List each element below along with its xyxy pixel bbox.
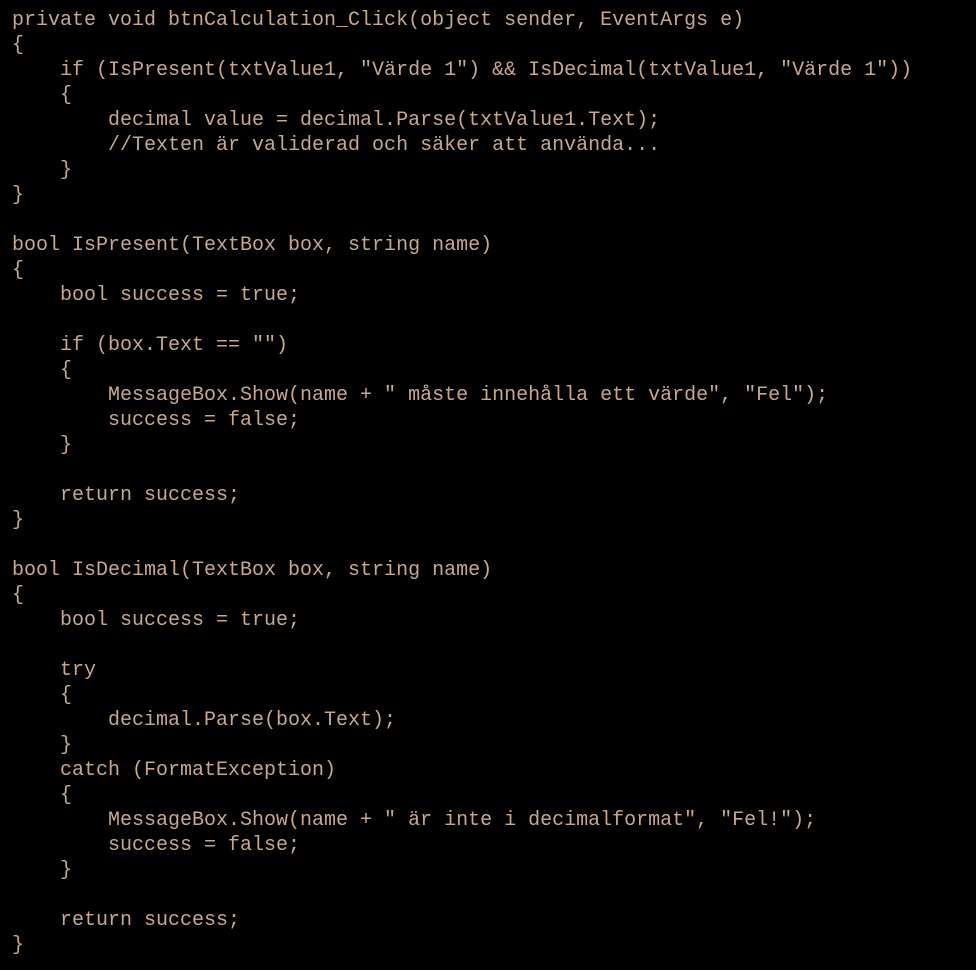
- code-content: private void btnCalculation_Click(object…: [12, 9, 912, 957]
- code-block: private void btnCalculation_Click(object…: [0, 0, 976, 966]
